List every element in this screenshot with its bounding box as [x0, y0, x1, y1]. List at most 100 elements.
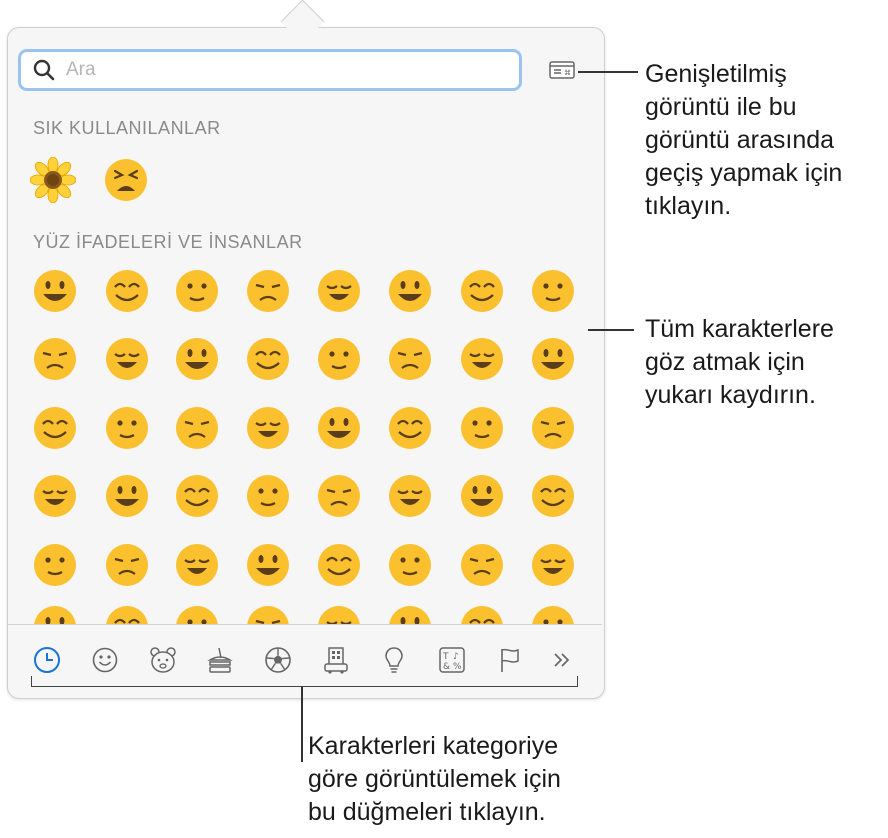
kissing-face-closed-eyes-icon — [389, 407, 431, 449]
emoji-grinning-face-sweat[interactable] — [385, 266, 435, 316]
search-input[interactable] — [64, 58, 519, 82]
category-symbols-button[interactable]: T ♪ & % — [435, 643, 469, 677]
food-icon — [207, 647, 233, 673]
weary-face-icon — [176, 606, 218, 624]
lightbulb-icon — [385, 647, 403, 673]
emoji-raised-eyebrow-face[interactable] — [243, 471, 293, 521]
category-objects-button[interactable] — [377, 643, 411, 677]
emoji-slightly-smiling-face[interactable] — [314, 334, 364, 384]
grinning-face-sweat-icon — [389, 270, 431, 312]
soccer-ball-icon — [265, 647, 291, 673]
emoji-confounded-face[interactable] — [102, 602, 152, 624]
emoji-squinting-laughing-face[interactable] — [314, 266, 364, 316]
unamused-face-icon — [247, 544, 289, 586]
emoji-rolling-laughing-face[interactable] — [528, 266, 578, 316]
smiling-face-tear-icon — [106, 338, 148, 380]
category-animals-button[interactable] — [146, 643, 180, 677]
upside-down-face-icon — [389, 338, 431, 380]
grinning-face-icon — [34, 270, 76, 312]
disguised-face-icon — [532, 475, 574, 517]
callout-line-toggle — [578, 71, 638, 73]
emoji-face-blowing-kiss[interactable] — [172, 403, 222, 453]
star-struck-face-icon — [34, 544, 76, 586]
emoji-sunflower[interactable] — [28, 155, 78, 205]
emoji-relieved-face[interactable] — [528, 334, 578, 384]
expanded-view-toggle-button[interactable]: ⌘ — [549, 60, 575, 80]
emoji-kissing-face-closed-eyes[interactable] — [385, 403, 435, 453]
emoji-kissing-face-smiling-eyes[interactable] — [314, 403, 364, 453]
svg-text:&: & — [443, 662, 450, 672]
emoji-yummy-face[interactable] — [457, 403, 507, 453]
emoji-smiling-face[interactable] — [30, 334, 80, 384]
emoji-zany-face[interactable] — [172, 471, 222, 521]
emoji-smiling-face-tear[interactable] — [102, 334, 152, 384]
keyboard-window-icon: ⌘ — [549, 61, 575, 79]
emoji-persevering-face[interactable] — [30, 602, 80, 624]
emoji-grinning-face-big-eyes[interactable] — [102, 266, 152, 316]
emoji-heart-eyes-face[interactable] — [30, 403, 80, 453]
search-field[interactable] — [18, 49, 522, 91]
search-icon — [33, 59, 55, 81]
emoji-worried-face[interactable] — [457, 540, 507, 590]
emoji-squinting-tongue-face[interactable] — [30, 471, 80, 521]
emoji-disappointed-face[interactable] — [314, 540, 364, 590]
flag-icon — [501, 648, 519, 672]
emoji-frowning-face[interactable] — [243, 602, 293, 624]
emoji-partying-face[interactable] — [102, 540, 152, 590]
persevering-face-2-icon — [389, 606, 431, 624]
rolling-laughing-face-icon — [532, 270, 574, 312]
emoji-winking-face[interactable] — [457, 334, 507, 384]
emoji-confused-face[interactable] — [528, 540, 578, 590]
confounded-face-icon — [106, 606, 148, 624]
winking-face-icon — [461, 338, 503, 380]
emoji-unamused-face[interactable] — [243, 540, 293, 590]
emoji-tongue-face[interactable] — [528, 403, 578, 453]
category-flags-button[interactable] — [493, 643, 527, 677]
category-activity-button[interactable] — [261, 643, 295, 677]
halo-face-icon — [247, 338, 289, 380]
emoji-tears-of-joy-face[interactable] — [457, 266, 507, 316]
emoji-grid[interactable] — [8, 262, 602, 624]
category-smileys-button[interactable] — [88, 643, 122, 677]
monocle-face-icon — [318, 475, 360, 517]
double-chevron-right-icon — [554, 653, 570, 667]
kissing-face-icon — [247, 407, 289, 449]
slightly-smiling-face-icon — [318, 338, 360, 380]
callout-scroll-up: Tüm karakterlere göz atmak için yukarı k… — [645, 315, 834, 409]
emoji-weary-face[interactable] — [172, 602, 222, 624]
emoji-pleading-face[interactable] — [528, 602, 578, 624]
emoji-grinning-face-smiling-eyes[interactable] — [172, 266, 222, 316]
emoji-monocle-face[interactable] — [314, 471, 364, 521]
squinting-tongue-face-icon — [34, 475, 76, 517]
squinting-laughing-face-icon — [318, 270, 360, 312]
emoji-kissing-face[interactable] — [243, 403, 293, 453]
zany-face-icon — [176, 475, 218, 517]
tears-of-joy-face-icon — [461, 270, 503, 312]
emoji-sunglasses-face[interactable] — [457, 471, 507, 521]
emoji-upside-down-face[interactable] — [385, 334, 435, 384]
emoji-smiling-face-hearts[interactable] — [102, 403, 152, 453]
callout-category-buttons: Karakterleri kategoriye göre görüntüleme… — [308, 732, 561, 826]
emoji-tired-face[interactable] — [101, 155, 151, 205]
emoji-smirking-face[interactable] — [172, 540, 222, 590]
frowning-face-icon — [247, 606, 289, 624]
emoji-winking-tongue-face[interactable] — [102, 471, 152, 521]
emoji-disguised-face[interactable] — [528, 471, 578, 521]
emoji-tired-face[interactable] — [314, 602, 364, 624]
svg-text:⌘: ⌘ — [564, 69, 571, 77]
emoji-halo-face[interactable] — [243, 334, 293, 384]
emoji-pensive-face[interactable] — [385, 540, 435, 590]
category-food-button[interactable] — [203, 643, 237, 677]
category-more-button[interactable] — [545, 643, 579, 677]
emoji-persevering-face-2[interactable] — [385, 602, 435, 624]
category-recent-button[interactable] — [30, 643, 64, 677]
emoji-smiling-face-closed-eyes[interactable] — [172, 334, 222, 384]
emoji-star-struck-face[interactable] — [30, 540, 80, 590]
callout-line-categories — [301, 686, 303, 762]
svg-text:T: T — [442, 652, 449, 662]
category-travel-button[interactable] — [319, 643, 353, 677]
emoji-nerd-face[interactable] — [385, 471, 435, 521]
emoji-beaming-face[interactable] — [243, 266, 293, 316]
emoji-weary-face-2[interactable] — [457, 602, 507, 624]
emoji-grinning-face[interactable] — [30, 266, 80, 316]
